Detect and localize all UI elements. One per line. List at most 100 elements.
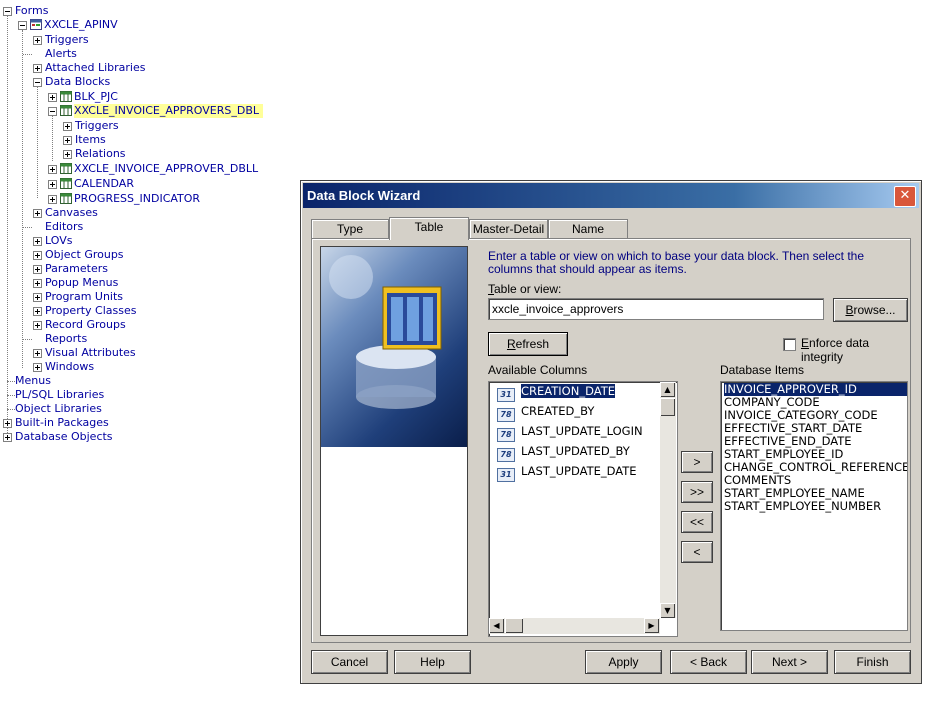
tree-node-parameters[interactable]: Parameters (33, 262, 108, 276)
tree-node-triggers[interactable]: Triggers (33, 33, 89, 47)
next-button[interactable]: Next > (751, 650, 828, 674)
tree-node-calendar[interactable]: CALENDAR (48, 177, 134, 191)
move-one-left-button[interactable]: < (681, 541, 713, 563)
tree-node-lovs[interactable]: LOVs (33, 234, 72, 248)
expand-icon[interactable] (63, 136, 72, 145)
close-icon[interactable]: ✕ (894, 186, 916, 207)
expand-icon[interactable] (3, 433, 12, 442)
tree-node-forms[interactable]: Forms (3, 4, 48, 18)
tree-node-label: XXCLE_APINV (44, 18, 118, 31)
expand-icon[interactable] (63, 150, 72, 159)
scroll-up-icon[interactable]: ▲ (660, 382, 675, 397)
move-all-left-button[interactable]: << (681, 511, 713, 533)
tree-node-reports[interactable]: Reports (23, 332, 87, 346)
tree-node-label: Record Groups (45, 318, 126, 331)
list-item[interactable]: 78 LAST_UPDATE_LOGIN (497, 422, 643, 442)
cancel-button[interactable]: Cancel (311, 650, 388, 674)
tree-node-data-blocks[interactable]: Data Blocks (33, 75, 110, 89)
tree-node-attached-libraries[interactable]: Attached Libraries (33, 61, 145, 75)
list-item[interactable]: 78 LAST_UPDATED_BY (497, 442, 630, 462)
tab-type[interactable]: Type (311, 219, 389, 239)
collapse-icon[interactable] (3, 7, 12, 16)
expand-icon[interactable] (33, 251, 42, 260)
tree-node-built-in-packages[interactable]: Built-in Packages (3, 416, 109, 430)
tree-node-menus[interactable]: Menus (3, 374, 51, 388)
database-items-list[interactable]: INVOICE_APPROVER_ID COMPANY_CODE INVOICE… (720, 381, 908, 631)
tree-node-label: XXCLE_INVOICE_APPROVER_DBLL (74, 162, 259, 175)
tree-node-property-classes[interactable]: Property Classes (33, 304, 136, 318)
tree-node-canvases[interactable]: Canvases (33, 206, 98, 220)
collapse-icon[interactable] (48, 107, 57, 116)
tree-node-module[interactable]: XXCLE_APINV (18, 18, 118, 32)
expand-icon[interactable] (48, 180, 57, 189)
expand-icon[interactable] (33, 209, 42, 218)
scroll-thumb[interactable] (660, 398, 675, 416)
expand-icon[interactable] (33, 307, 42, 316)
enforce-integrity-checkbox[interactable] (783, 338, 796, 351)
tree-node-visual-attributes[interactable]: Visual Attributes (33, 346, 136, 360)
expand-icon[interactable] (33, 64, 42, 73)
expand-icon[interactable] (33, 36, 42, 45)
tree-node-plsql-libraries[interactable]: PL/SQL Libraries (3, 388, 104, 402)
list-item[interactable]: 78 CREATED_BY (497, 402, 594, 422)
scroll-right-icon[interactable]: ▶ (644, 618, 659, 633)
available-columns-list[interactable]: 31 CREATION_DATE 78 CREATED_BY 78 LAST_UPDA… (488, 381, 678, 637)
tab-name[interactable]: Name (548, 219, 628, 239)
tree-node-editors[interactable]: Editors (23, 220, 83, 234)
help-button[interactable]: Help (394, 650, 471, 674)
expand-icon[interactable] (3, 419, 12, 428)
tree-node-database-objects[interactable]: Database Objects (3, 430, 113, 444)
list-item[interactable]: 31 CREATION_DATE (497, 382, 615, 402)
move-one-right-button[interactable]: > (681, 451, 713, 473)
tree-node-block-relations[interactable]: Relations (63, 147, 126, 161)
tab-table[interactable]: Table (389, 217, 469, 240)
tree-guide-line (7, 409, 15, 410)
finish-button[interactable]: Finish (834, 650, 911, 674)
expand-icon[interactable] (33, 321, 42, 330)
tab-master-detail[interactable]: Master-Detail (469, 219, 548, 239)
tree-node-blk-pjc[interactable]: BLK_PJC (48, 90, 118, 104)
column-name: CREATION_DATE (521, 384, 615, 398)
scroll-thumb[interactable] (505, 618, 523, 633)
expand-icon[interactable] (33, 293, 42, 302)
tree-node-windows[interactable]: Windows (33, 360, 94, 374)
tree-node-label: Relations (75, 147, 126, 160)
scroll-down-icon[interactable]: ▼ (660, 603, 675, 618)
collapse-icon[interactable] (18, 21, 27, 30)
list-item[interactable]: START_EMPLOYEE_NUMBER (724, 500, 881, 513)
tree-node-xxcle-invoice-approvers-dbl[interactable]: XXCLE_INVOICE_APPROVERS_DBL (48, 104, 264, 118)
expand-icon[interactable] (33, 265, 42, 274)
expand-icon[interactable] (63, 122, 72, 131)
scroll-left-icon[interactable]: ◀ (489, 618, 504, 633)
tree-node-xxcle-invoice-approver-dbll[interactable]: XXCLE_INVOICE_APPROVER_DBLL (48, 162, 258, 176)
tree-node-progress-indicator[interactable]: PROGRESS_INDICATOR (48, 192, 200, 206)
database-items-label: Database Items (720, 363, 805, 377)
browse-button[interactable]: Browse... (833, 298, 908, 322)
expand-icon[interactable] (33, 349, 42, 358)
expand-icon[interactable] (48, 93, 57, 102)
vertical-scrollbar[interactable]: ▲ ▼ (660, 382, 676, 618)
tree-node-object-libraries[interactable]: Object Libraries (3, 402, 102, 416)
apply-button[interactable]: Apply (585, 650, 662, 674)
dialog-titlebar[interactable]: Data Block Wizard ✕ (303, 183, 919, 208)
tree-node-alerts[interactable]: Alerts (23, 47, 77, 61)
tree-node-record-groups[interactable]: Record Groups (33, 318, 126, 332)
expand-icon[interactable] (48, 165, 57, 174)
tree-node-block-triggers[interactable]: Triggers (63, 119, 119, 133)
list-item[interactable]: 31 LAST_UPDATE_DATE (497, 462, 637, 482)
tree-node-popup-menus[interactable]: Popup Menus (33, 276, 118, 290)
refresh-button[interactable]: Refresh (488, 332, 568, 356)
expand-icon[interactable] (33, 363, 42, 372)
back-button[interactable]: < Back (670, 650, 747, 674)
horizontal-scrollbar[interactable]: ◀ ▶ (489, 618, 660, 634)
collapse-icon[interactable] (33, 78, 42, 87)
table-or-view-input[interactable]: xxcle_invoice_approvers (488, 298, 824, 320)
expand-icon[interactable] (33, 237, 42, 246)
tree-node-object-groups[interactable]: Object Groups (33, 248, 124, 262)
tree-node-program-units[interactable]: Program Units (33, 290, 123, 304)
tree-node-label: Triggers (45, 33, 89, 46)
move-all-right-button[interactable]: >> (681, 481, 713, 503)
expand-icon[interactable] (33, 279, 42, 288)
expand-icon[interactable] (48, 195, 57, 204)
tree-node-block-items[interactable]: Items (63, 133, 106, 147)
